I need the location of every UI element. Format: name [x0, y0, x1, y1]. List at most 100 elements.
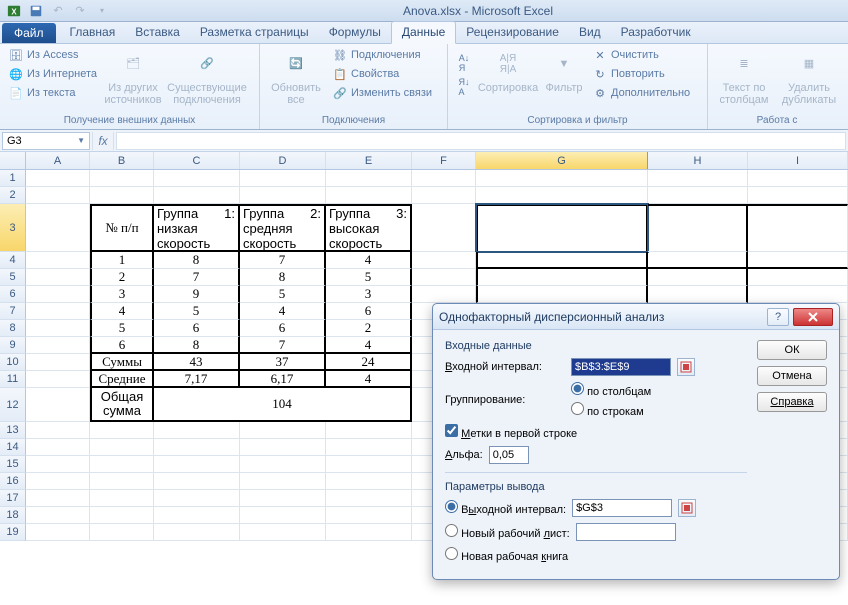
tab-data[interactable]: Данные — [391, 21, 456, 44]
refresh-all-button[interactable]: 🔄Обновить все — [266, 46, 326, 108]
cell[interactable] — [26, 371, 90, 388]
col-header-B[interactable]: B — [90, 152, 154, 169]
redo-icon[interactable]: ↷ — [70, 2, 90, 20]
new-sheet-radio-label[interactable]: Новый рабочий лист: — [445, 524, 570, 540]
cell[interactable] — [412, 286, 476, 303]
cell[interactable] — [26, 170, 90, 187]
cell[interactable]: Группа3:высокая скорость — [326, 204, 412, 252]
tab-view[interactable]: Вид — [569, 22, 611, 43]
col-header-A[interactable]: A — [26, 152, 90, 169]
filter-button[interactable]: ▼Фильтр — [542, 46, 586, 96]
cell[interactable] — [90, 473, 154, 490]
dialog-close-button[interactable] — [793, 308, 833, 326]
by-rows-radio-label[interactable]: по строкам — [571, 402, 691, 418]
col-header-D[interactable]: D — [240, 152, 326, 169]
cell[interactable]: 24 — [326, 354, 412, 371]
cell[interactable] — [26, 303, 90, 320]
cell[interactable]: 6 — [326, 303, 412, 320]
tab-home[interactable]: Главная — [60, 22, 126, 43]
row-header[interactable]: 11 — [0, 371, 26, 388]
cell[interactable]: 5 — [326, 269, 412, 286]
row-header[interactable]: 15 — [0, 456, 26, 473]
by-columns-radio-label[interactable]: по столбцам — [571, 382, 691, 398]
cell[interactable]: 4 — [326, 371, 412, 388]
help-button[interactable]: Справка — [757, 392, 827, 412]
cell[interactable] — [26, 439, 90, 456]
ref-button-output[interactable] — [678, 499, 696, 517]
cell[interactable] — [90, 422, 154, 439]
labels-checkbox[interactable] — [445, 424, 458, 437]
row-header[interactable]: 19 — [0, 524, 26, 541]
connections-button[interactable]: ⛓Подключения — [330, 46, 434, 64]
remove-duplicates-button[interactable]: ▦Удалить дубликаты — [778, 46, 840, 108]
cell[interactable] — [326, 507, 412, 524]
new-sheet-radio[interactable] — [445, 524, 458, 537]
cell[interactable]: 2 — [326, 320, 412, 337]
cell[interactable] — [476, 187, 648, 204]
cell[interactable] — [240, 507, 326, 524]
cell[interactable] — [240, 473, 326, 490]
tab-review[interactable]: Рецензирование — [456, 22, 569, 43]
output-range-radio[interactable] — [445, 500, 458, 513]
cell[interactable]: 8 — [154, 252, 240, 269]
cell[interactable] — [154, 170, 240, 187]
cell[interactable] — [26, 473, 90, 490]
advanced-filter-button[interactable]: ⚙Дополнительно — [590, 84, 692, 102]
cell[interactable]: 4 — [326, 337, 412, 354]
cancel-button[interactable]: Отмена — [757, 366, 827, 386]
cell[interactable] — [476, 286, 648, 303]
cell[interactable]: 5 — [240, 286, 326, 303]
cell[interactable] — [26, 507, 90, 524]
input-range-field[interactable] — [571, 358, 671, 376]
edit-links-button[interactable]: 🔗Изменить связи — [330, 84, 434, 102]
text-to-columns-button[interactable]: ≣Текст по столбцам — [714, 46, 774, 108]
cell[interactable]: 7 — [154, 269, 240, 286]
cell[interactable] — [476, 204, 648, 252]
cell[interactable] — [326, 187, 412, 204]
cell[interactable] — [90, 524, 154, 541]
tab-developer[interactable]: Разработчик — [611, 22, 701, 43]
undo-dd-icon[interactable]: ▾ — [92, 2, 112, 20]
row-header[interactable]: 6 — [0, 286, 26, 303]
cell[interactable] — [90, 456, 154, 473]
cell[interactable] — [26, 354, 90, 371]
cell[interactable] — [240, 524, 326, 541]
cell[interactable]: 6 — [240, 320, 326, 337]
select-all-corner[interactable] — [0, 152, 26, 169]
cell[interactable]: 5 — [90, 320, 154, 337]
cell[interactable]: Общаясумма — [90, 388, 154, 422]
row-header[interactable]: 5 — [0, 269, 26, 286]
cell[interactable] — [26, 286, 90, 303]
cell[interactable]: 1 — [90, 252, 154, 269]
cell[interactable] — [326, 473, 412, 490]
cell[interactable] — [476, 269, 648, 286]
new-sheet-field[interactable] — [576, 523, 676, 541]
cell[interactable]: 43 — [154, 354, 240, 371]
by-rows-radio[interactable] — [571, 402, 584, 415]
col-header-G[interactable]: G — [476, 152, 648, 169]
cell[interactable]: 4 — [240, 303, 326, 320]
cell[interactable]: 3 — [326, 286, 412, 303]
file-tab[interactable]: Файл — [2, 23, 56, 43]
cell[interactable] — [240, 456, 326, 473]
cell[interactable] — [648, 187, 748, 204]
sort-desc-button[interactable]: Я↓A — [454, 78, 474, 96]
cell[interactable] — [412, 204, 476, 252]
cell[interactable]: Группа1:низкая скорость — [154, 204, 240, 252]
cell[interactable] — [748, 170, 848, 187]
cell[interactable] — [26, 337, 90, 354]
cell[interactable] — [26, 524, 90, 541]
cell[interactable] — [748, 187, 848, 204]
fx-icon[interactable]: fx — [92, 132, 114, 150]
cell[interactable]: 9 — [154, 286, 240, 303]
cell[interactable] — [240, 490, 326, 507]
row-header[interactable]: 3 — [0, 204, 26, 252]
clear-filter-button[interactable]: ✕Очистить — [590, 46, 692, 64]
row-header[interactable]: 12 — [0, 388, 26, 422]
cell[interactable]: 4 — [90, 303, 154, 320]
reapply-filter-button[interactable]: ↻Повторить — [590, 65, 692, 83]
cell[interactable] — [90, 507, 154, 524]
cell[interactable]: 104 — [154, 388, 412, 422]
output-range-radio-label[interactable]: Выходной интервал: — [445, 500, 566, 516]
cell[interactable] — [26, 187, 90, 204]
